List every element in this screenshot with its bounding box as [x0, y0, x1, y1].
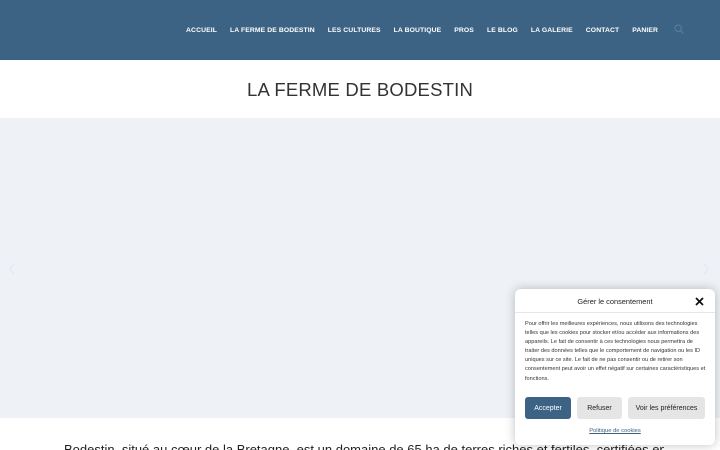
main-nav: ACCUEIL LA FERME DE BODESTIN LES CULTURE… — [186, 0, 658, 60]
chevron-right-icon[interactable] — [702, 262, 710, 276]
site-header: ACCUEIL LA FERME DE BODESTIN LES CULTURE… — [0, 0, 720, 60]
accept-button[interactable]: Accepter — [525, 397, 571, 419]
nav-item-boutique[interactable]: LA BOUTIQUE — [394, 27, 442, 34]
nav-item-cultures[interactable]: LES CULTURES — [328, 27, 381, 34]
cookie-consent-dialog: Gérer le consentement Pour offrir les me… — [515, 289, 715, 445]
chevron-left-icon[interactable] — [8, 262, 16, 276]
consent-buttons: Accepter Refuser Voir les préférences — [525, 397, 705, 419]
nav-item-accueil[interactable]: ACCUEIL — [186, 27, 217, 34]
page-title: LA FERME DE BODESTIN — [246, 79, 474, 100]
cookie-policy-link[interactable]: Politique de cookies — [515, 428, 715, 434]
consent-header: Gérer le consentement — [515, 289, 715, 313]
nav-item-panier[interactable]: PANIER — [632, 27, 658, 34]
close-icon[interactable] — [695, 297, 704, 306]
nav-item-blog[interactable]: LE BLOG — [487, 27, 518, 34]
consent-title: Gérer le consentement — [577, 297, 653, 306]
consent-text: Pour offrir les meilleures expériences, … — [525, 321, 706, 382]
search-icon[interactable] — [674, 24, 684, 34]
nav-item-contact[interactable]: CONTACT — [586, 27, 619, 34]
nav-item-pros[interactable]: PROS — [454, 27, 474, 34]
nav-item-galerie[interactable]: LA GALERIE — [531, 27, 573, 34]
refuse-button[interactable]: Refuser — [577, 397, 622, 419]
nav-item-ferme[interactable]: LA FERME DE BODESTIN — [230, 27, 315, 34]
preferences-button[interactable]: Voir les préférences — [628, 397, 705, 419]
